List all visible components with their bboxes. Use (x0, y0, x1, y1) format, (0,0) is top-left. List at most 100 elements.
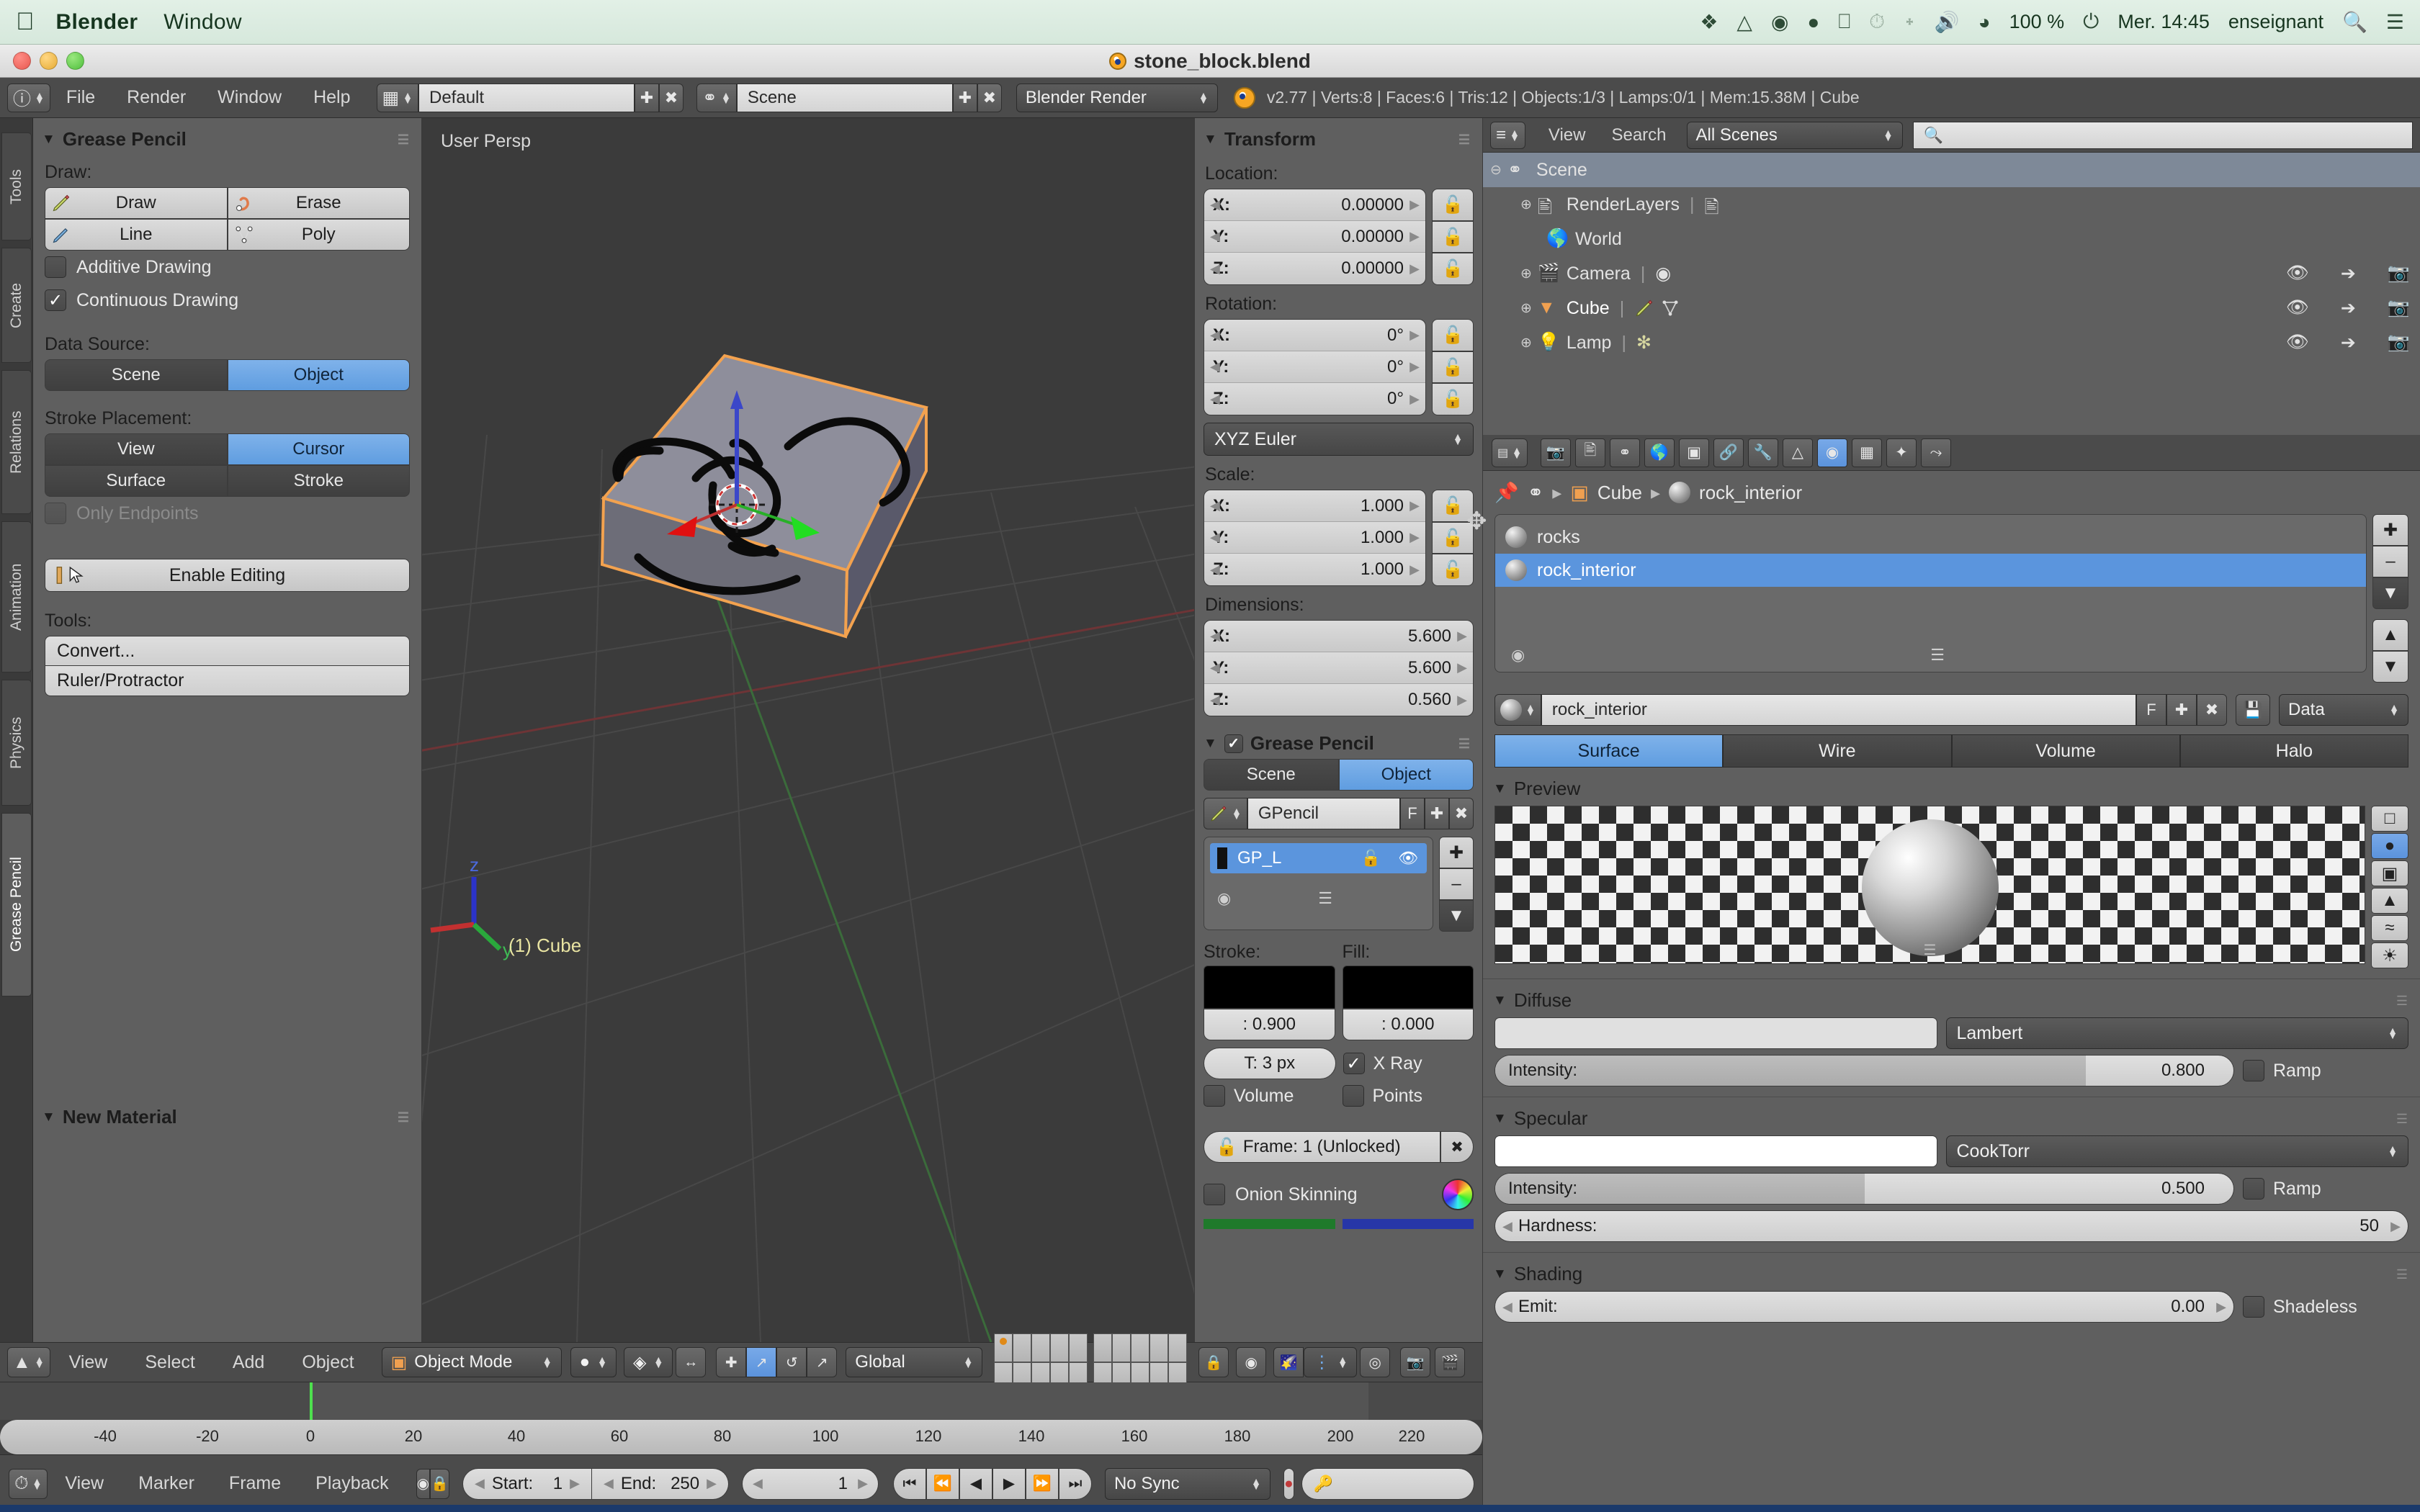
type-tab-surface[interactable]: Surface (1494, 734, 1724, 768)
gp-datablock-icon-button[interactable]: ▲ ▼ (1204, 798, 1247, 829)
layer-specials-button[interactable]: ▼ (1439, 900, 1474, 932)
gp-unlink-datablock-button[interactable]: ✖ (1449, 798, 1474, 829)
layer-cell[interactable] (1093, 1333, 1113, 1362)
right-arrow-icon[interactable]: ▶ (2216, 1292, 2226, 1322)
pivot-point-dropdown[interactable]: ◈ ▲ ▼ (623, 1347, 673, 1377)
right-arrow-icon[interactable]: ▶ (858, 1476, 868, 1491)
onion-skinning-checkbox[interactable] (1204, 1184, 1225, 1205)
thickness-field[interactable]: T: 3 px (1204, 1048, 1336, 1079)
play-reverse-button[interactable]: ◀ (959, 1467, 992, 1500)
lock-rotation-z-button[interactable]: 🔓 (1432, 383, 1474, 416)
specular-hardness-slider[interactable]: ◀ Hardness: 50 ▶ (1494, 1210, 2408, 1242)
specular-ramp-row[interactable]: Ramp (2243, 1178, 2408, 1200)
left-arrow-icon[interactable]: ◀ (1210, 359, 1220, 374)
panel-header-shading[interactable]: ▼ Shading ☰ (1483, 1253, 2420, 1291)
left-arrow-icon[interactable]: ◀ (1502, 1211, 1512, 1241)
right-arrow-icon[interactable]: ▶ (1457, 660, 1467, 675)
location-x-field[interactable]: ◀ X: 0.00000 ▶ (1204, 189, 1425, 221)
outliner-row-world[interactable]: 🌎 World (1483, 222, 2420, 256)
add-layer-button[interactable]: ✚ (1439, 837, 1474, 868)
specular-intensity-slider[interactable]: Intensity: 0.500 (1494, 1173, 2234, 1205)
left-arrow-icon[interactable]: ◀ (475, 1476, 485, 1491)
expand-icon[interactable]: ⊕ (1520, 197, 1532, 213)
current-frame-field[interactable]: ◀ 1 ▶ (741, 1467, 879, 1500)
location-z-field[interactable]: ◀ Z: 0.00000 ▶ (1204, 253, 1425, 284)
app-menu-blender[interactable]: Blender (56, 10, 138, 35)
timeline-menu-view[interactable]: View (48, 1473, 121, 1494)
expand-icon[interactable]: ⊕ (1520, 266, 1532, 282)
menu-help[interactable]: Help (297, 87, 366, 108)
layer-cell[interactable] (1050, 1333, 1070, 1362)
volume-checkbox[interactable] (1204, 1085, 1225, 1107)
breadcrumb-object-label[interactable]: Cube (1597, 482, 1642, 504)
render-icon[interactable]: 📷 (2388, 263, 2410, 284)
tab-render-layers[interactable]: 🖹 (1574, 438, 1605, 467)
left-arrow-icon[interactable]: ◀ (1210, 629, 1220, 644)
left-arrow-icon[interactable]: ◀ (1502, 1292, 1512, 1322)
timeline-editor[interactable]: -40 -20 0 20 40 60 80 100 120 140 160 18… (0, 1382, 1482, 1454)
gp-frame-field[interactable]: 🔓 Frame: 1 (Unlocked) (1204, 1131, 1440, 1163)
ruler-protractor-button[interactable]: Ruler/Protractor (45, 666, 410, 696)
diffuse-color-swatch[interactable] (1494, 1017, 1937, 1049)
poly-button[interactable]: Poly (227, 219, 410, 251)
eye-icon[interactable]: 👁 (2286, 332, 2309, 354)
panel-header-grease-pencil[interactable]: ▼ Grease Pencil ☰ (33, 118, 421, 155)
panel-header-specular[interactable]: ▼ Specular ☰ (1483, 1097, 2420, 1135)
editor-type-outliner-button[interactable]: ≡ ▲ ▼ (1490, 121, 1525, 149)
gp-enable-checkbox[interactable]: ✓ (1224, 734, 1243, 753)
material-name-input[interactable]: rock_interior (1541, 694, 2136, 726)
adobe-icon[interactable]: ● (1807, 11, 1819, 34)
volume-icon[interactable]: 🔊 (1935, 10, 1960, 34)
sync-mode-dropdown[interactable]: No Sync ▲ ▼ (1104, 1467, 1270, 1500)
eye-icon[interactable]: 👁 (2286, 263, 2309, 284)
data-source-scene-button[interactable]: Scene (45, 359, 228, 391)
snap-magnet-button[interactable]: 🌠 (1273, 1347, 1304, 1377)
tab-physics[interactable]: ⤳ (1920, 438, 1951, 467)
tab-scene[interactable]: ⚭ (1609, 438, 1640, 467)
add-material-slot-button[interactable]: ✚ (2372, 514, 2408, 546)
notification-center-icon[interactable]: ☰ (2386, 10, 2404, 34)
onion-after-color-bar[interactable] (1342, 1219, 1474, 1229)
delete-scene-button[interactable]: ✖ (977, 83, 1002, 112)
scale-x-field[interactable]: ◀ X: 1.000 ▶ (1204, 490, 1425, 522)
lock-keyframe-button[interactable]: 🔒 (430, 1468, 449, 1499)
tab-constraints[interactable]: 🔗 (1713, 438, 1744, 467)
specular-color-swatch[interactable] (1494, 1135, 1937, 1167)
left-arrow-icon[interactable]: ◀ (1210, 229, 1220, 244)
gp-new-datablock-button[interactable]: ✚ (1425, 798, 1449, 829)
eye-icon[interactable]: 👁 (2286, 297, 2309, 319)
editor-type-timeline-button[interactable]: ⏱ ▲ ▼ (9, 1468, 48, 1499)
location-y-field[interactable]: ◀ Y: 0.00000 ▶ (1204, 221, 1425, 253)
type-tab-volume[interactable]: Volume (1951, 734, 2180, 768)
panel-header-new-material[interactable]: ▼ New Material ☰ (33, 1096, 421, 1133)
editor-type-3dview-button[interactable]: ▲ ▲ ▼ (7, 1347, 50, 1377)
manipulator-toggle-button[interactable]: ✚ (716, 1347, 747, 1377)
fill-color-swatch[interactable] (1342, 966, 1474, 1009)
lock-location-x-button[interactable]: 🔓 (1432, 189, 1474, 221)
right-arrow-icon[interactable]: ▶ (2390, 1211, 2401, 1241)
jump-to-next-keyframe-button[interactable]: ⏩ (1025, 1467, 1059, 1500)
scene-icon-button[interactable]: ⚭ ▲ ▼ (696, 83, 737, 112)
onion-skinning-row[interactable]: Onion Skinning (1204, 1179, 1474, 1210)
outliner-row-scene[interactable]: ⊖ ⚭ Scene (1483, 153, 2420, 187)
render-icon[interactable]: 📷 (2388, 332, 2410, 354)
lock-location-y-button[interactable]: 🔓 (1432, 220, 1474, 253)
material-slot-row[interactable]: rocks (1495, 521, 2366, 554)
right-arrow-icon[interactable]: ▶ (707, 1476, 717, 1491)
lock-scale-z-button[interactable]: 🔓 (1432, 554, 1474, 587)
tab-particles[interactable]: ✦ (1886, 438, 1917, 467)
right-arrow-icon[interactable]: ▶ (1410, 197, 1420, 212)
snap-target-button[interactable]: ◎ (1360, 1347, 1391, 1377)
tab-grease-pencil[interactable]: Grease Pencil (1, 813, 32, 996)
type-tab-halo[interactable]: Halo (2179, 734, 2408, 768)
panel-header-transform[interactable]: ▼ Transform ☰ (1195, 118, 1482, 155)
diffuse-ramp-checkbox[interactable] (2243, 1060, 2264, 1081)
left-arrow-icon[interactable]: ◀ (1210, 693, 1220, 708)
right-arrow-icon[interactable]: ▶ (1410, 261, 1420, 276)
end-frame-field[interactable]: ◀ End: 250 ▶ (591, 1467, 729, 1500)
diffuse-ramp-row[interactable]: Ramp (2243, 1060, 2408, 1081)
layer-cell[interactable] (994, 1333, 1013, 1362)
additive-drawing-row[interactable]: Additive Drawing (33, 251, 421, 284)
menu-render[interactable]: Render (111, 87, 202, 108)
dropbox-icon[interactable]: ❖ (1700, 10, 1718, 34)
